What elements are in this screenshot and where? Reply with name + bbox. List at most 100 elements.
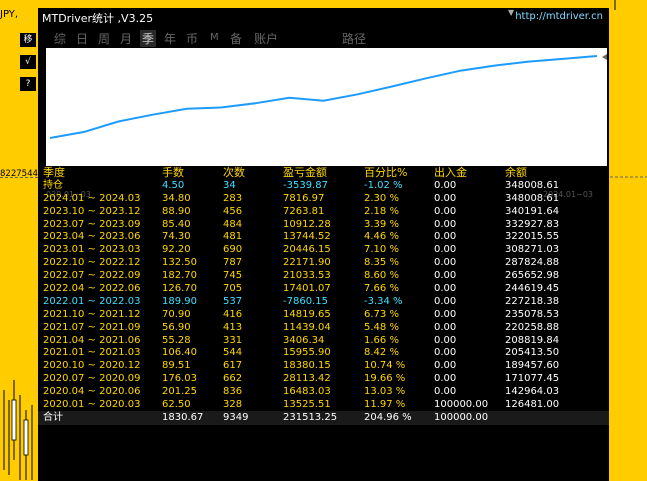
cell-bal: 332927.83: [505, 218, 560, 230]
cell-pl: -3539.87: [283, 179, 328, 191]
help-button[interactable]: ?: [20, 77, 36, 91]
cell-io: 0.00: [434, 295, 457, 307]
tab-notes[interactable]: 备: [230, 30, 242, 47]
header-balance: 余额: [505, 166, 527, 179]
cell-hands: 34.80: [162, 192, 191, 204]
total-hands: 1830.67: [162, 411, 204, 423]
tab-quarter[interactable]: 季: [140, 30, 157, 47]
cell-pct: 1.66 %: [364, 334, 399, 346]
tab-account[interactable]: 账户: [254, 30, 278, 47]
cell-pl: 16483.03: [283, 386, 331, 398]
cell-hands: 85.40: [162, 218, 191, 230]
stats-panel: MTDriver统计 ,V3.25 ▼ http://mtdriver.cn 综…: [38, 8, 609, 481]
header-count: 次数: [223, 166, 245, 179]
table-row: 2023.01 ~ 2023.03 92.20 690 20446.15 7.10 % 0…: [38, 243, 609, 256]
cell-pl: 3406.34: [283, 334, 325, 346]
tab-currency[interactable]: 币: [186, 30, 198, 47]
tab-day[interactable]: 日: [76, 30, 88, 47]
website-link[interactable]: http://mtdriver.cn: [515, 11, 603, 22]
cell-pct: 6.73 %: [364, 308, 399, 320]
cell-io: 0.00: [434, 347, 457, 359]
header-pct: 百分比%: [364, 166, 408, 179]
cell-hands: 74.30: [162, 231, 191, 243]
check-button[interactable]: √: [20, 55, 36, 69]
cell-io: 0.00: [434, 205, 457, 217]
cell-hands: 189.90: [162, 295, 197, 307]
cell-pl: 28113.42: [283, 373, 331, 385]
table-row: 2020.07 ~ 2020.09 176.03 662 28113.42 19.66 …: [38, 372, 609, 385]
header-season: 季度: [43, 166, 65, 179]
table-row: 持仓 4.50 34 -3539.87 -1.02 % 0.00 348008.61: [38, 179, 609, 192]
table-body: 持仓 4.50 34 -3539.87 -1.02 % 0.00 348008.61 2024…: [38, 179, 609, 411]
cell-count: 283: [223, 192, 243, 204]
total-io: 100000.00: [434, 411, 489, 423]
cell-pl: 14819.65: [283, 308, 331, 320]
symbol-label: JPY,: [0, 9, 19, 20]
cell-pct: 11.97 %: [364, 399, 406, 411]
header-hands: 手数: [162, 166, 184, 179]
cell-io: 0.00: [434, 373, 457, 385]
tab-month[interactable]: 月: [120, 30, 132, 47]
cell-season: 2020.01 ~ 2020.03: [43, 399, 141, 411]
cell-season: 2023.10 ~ 2023.12: [43, 205, 141, 217]
cell-season: 2021.10 ~ 2021.12: [43, 308, 141, 320]
cell-count: 481: [223, 231, 243, 243]
cell-hands: 182.70: [162, 270, 197, 282]
cell-pl: 13744.52: [283, 231, 331, 243]
cell-pct: 10.74 %: [364, 360, 406, 372]
underlying-chart-left: JPY, 移 √ ? 8227544: [0, 0, 38, 481]
cell-season: 2022.10 ~ 2022.12: [43, 257, 141, 269]
cell-season: 2021.04 ~ 2021.06: [43, 334, 141, 346]
cell-count: 705: [223, 283, 243, 295]
cell-hands: 56.90: [162, 321, 191, 333]
cell-count: 537: [223, 295, 243, 307]
tab-bar: 综 日 周 月 季 年 币 M 备 账户 路径: [38, 28, 609, 48]
cell-pct: 7.66 %: [364, 283, 399, 295]
right-candles: [610, 0, 647, 178]
cell-pl: 10912.28: [283, 218, 331, 230]
table-row: 2023.04 ~ 2023.06 74.30 481 13744.52 4.46 % 0…: [38, 230, 609, 243]
cell-io: 0.00: [434, 218, 457, 230]
quarterly-table: 季度 手数 次数 盈亏金额 百分比% 出入金 余额 持仓 4.50 34 -3539.…: [38, 166, 609, 425]
cell-count: 690: [223, 244, 243, 256]
cell-pct: 8.35 %: [364, 257, 399, 269]
table-row: 2023.10 ~ 2023.12 88.90 456 7263.81 2.18 % 0.…: [38, 205, 609, 218]
tab-week[interactable]: 周: [98, 30, 110, 47]
cell-bal: 340191.64: [505, 205, 560, 217]
cell-hands: 132.50: [162, 257, 197, 269]
table-row: 2022.01 ~ 2022.03 189.90 537 -7860.15 -3.34 …: [38, 295, 609, 308]
cell-pl: 7816.97: [283, 192, 325, 204]
table-row: 2021.04 ~ 2021.06 55.28 331 3406.34 1.66 % 0.…: [38, 334, 609, 347]
cell-bal: 126481.00: [505, 399, 560, 411]
cell-count: 836: [223, 386, 243, 398]
candlestick-bars: [3, 380, 33, 480]
cell-io: 0.00: [434, 257, 457, 269]
cell-io: 0.00: [434, 192, 457, 204]
tab-overview[interactable]: 综: [54, 30, 66, 47]
cell-pct: 2.30 %: [364, 192, 399, 204]
cell-io: 0.00: [434, 231, 457, 243]
equity-chart-svg: [49, 54, 607, 139]
cell-pct: 8.60 %: [364, 270, 399, 282]
cell-bal: 171077.45: [505, 373, 560, 385]
cell-season: 2022.01 ~ 2022.03: [43, 295, 141, 307]
tab-path[interactable]: 路径: [342, 30, 366, 47]
cell-io: 0.00: [434, 386, 457, 398]
collapse-icon[interactable]: ▼: [508, 8, 514, 17]
move-button[interactable]: 移: [20, 33, 36, 47]
table-row: 2020.04 ~ 2020.06 201.25 836 16483.03 13.03 …: [38, 385, 609, 398]
cell-season: 2022.04 ~ 2022.06: [43, 283, 141, 295]
cell-pl: -7860.15: [283, 295, 328, 307]
underlying-chart-right: [610, 0, 647, 481]
header-pl: 盈亏金额: [283, 166, 327, 179]
total-pl: 231513.25: [283, 411, 338, 423]
cell-io: 0.00: [434, 308, 457, 320]
tab-year[interactable]: 年: [164, 30, 176, 47]
cell-bal: 189457.60: [505, 360, 560, 372]
cell-hands: 55.28: [162, 334, 191, 346]
tab-m[interactable]: M: [210, 32, 219, 43]
cell-io: 100000.00: [434, 399, 489, 411]
cell-season: 2020.04 ~ 2020.06: [43, 386, 141, 398]
cell-bal: 205413.50: [505, 347, 560, 359]
table-row: 2022.10 ~ 2022.12 132.50 787 22171.90 8.35 %…: [38, 256, 609, 269]
